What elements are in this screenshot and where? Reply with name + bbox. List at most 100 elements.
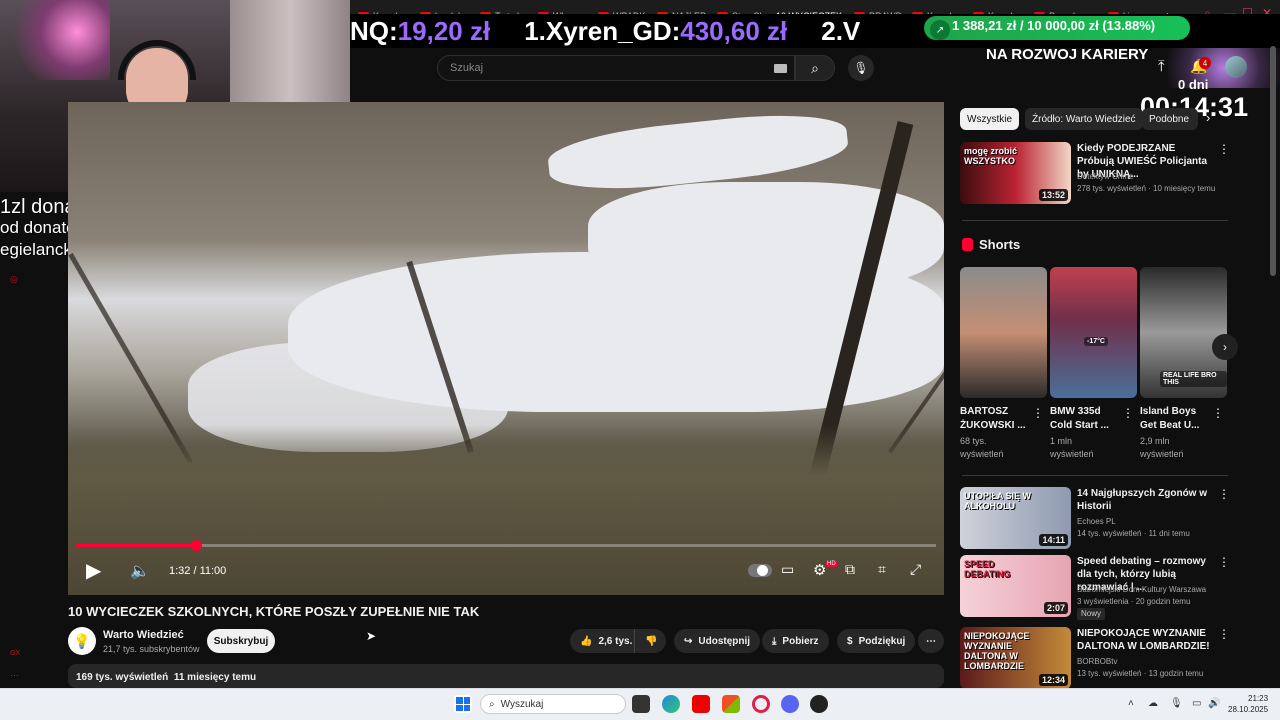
channel-name[interactable]: Warto Wiedzieć [103,629,184,641]
thumbnail-text: NIEPOKOJĄCE WYZNANIE DALTONA W LOMBARDZI… [964,631,1030,671]
search-button[interactable]: ⌕ [795,55,835,81]
fullscreen-icon[interactable]: ⤢ [910,561,921,578]
like-button[interactable]: 👍 2,6 tys. [570,629,634,653]
short-title[interactable]: Island Boys Get Beat U... [1140,405,1212,433]
time-display: 1:32 / 11:00 [169,565,227,577]
settings-gear-icon[interactable]: ⚙ [813,561,826,579]
edge-icon[interactable] [662,695,680,713]
shorts-next-button[interactable]: › [1212,334,1238,360]
short-title[interactable]: BMW 335d Cold Start ... [1050,405,1122,433]
chevron-right-icon: › [1223,340,1227,354]
banner-label-1: NQ: [350,15,398,46]
short-thumbnail[interactable] [960,267,1047,398]
app-2-icon[interactable] [810,695,828,713]
recommendation-channel[interactable]: Staromiejski Dom Kultury Warszawa [1077,584,1206,596]
recommendation-channel[interactable]: Echoes PL [1077,516,1116,528]
volume-icon[interactable]: 🔊 [1208,698,1220,709]
recommendation-thumbnail[interactable]: NIEPOKOJĄCE WYZNANIE DALTONA W LOMBARDZI… [960,627,1071,689]
more-options-icon[interactable]: ⋮ [1218,142,1230,156]
progress-played [76,544,196,547]
rail-icon[interactable]: ◎ [10,274,18,285]
more-options-icon[interactable]: ⋮ [1032,406,1044,420]
taskbar-search[interactable]: ⌕ Wyszukaj [480,694,626,714]
recommendation-meta: 3 wyświetlenia · 20 godzin temu [1077,597,1191,606]
recommendation-title[interactable]: NIEPOKOJĄCE WYZNANIE DALTONA W LOMBARDZI… [1077,627,1213,653]
miniplayer-icon[interactable]: ⧉ [845,561,855,578]
cast-icon[interactable]: ⌗ [878,561,886,578]
microphone-icon: 🎙 [853,61,869,75]
description-box[interactable]: 169 tys. wyświetleń 11 miesięcy temu [68,664,944,688]
video-title: 10 WYCIECZEK SZKOLNYCH, KTÓRE POSZŁY ZUP… [68,604,480,619]
subscribe-button[interactable]: Subskrybuj [207,629,275,653]
account-avatar[interactable] [1225,56,1247,78]
start-tile [463,704,470,711]
volume-icon[interactable]: 🔈 [130,561,150,581]
progress-track[interactable] [76,544,936,547]
recommendation-title[interactable]: 14 Najgłupszych Zgonów w Historii [1077,487,1213,513]
rail-more-icon[interactable]: ··· [10,670,19,680]
rail-gx-icon[interactable]: GX [10,650,20,657]
filter-chip[interactable]: Wszystkie [960,108,1019,130]
download-button[interactable]: ⤓ Pobierz [762,629,829,653]
more-options-icon[interactable]: ⋮ [1218,555,1230,569]
recommendation-thumbnail[interactable]: mogę zrobić WSZYSTKO 13:52 [960,142,1071,204]
thanks-icon: $ [847,635,853,647]
recommendation-thumbnail[interactable]: UTOPIŁA SIĘ W ALKOHOLU 14:11 [960,487,1071,549]
opera-gx-icon[interactable] [752,695,770,713]
headset [118,40,196,80]
short-thumbnail[interactable]: REAL LIFE BRO THIS [1140,267,1227,398]
cloud-icon[interactable]: ☁ [1148,698,1158,709]
short-thumb-text: REAL LIFE BRO THIS [1160,371,1227,387]
thanks-button[interactable]: $ Podziękuj [837,629,916,653]
progress-scrubber[interactable] [190,540,202,551]
thumbnail-text: SPEED DEBATING [964,559,1011,579]
dislike-button[interactable]: 👎 [634,629,666,653]
video-duration: 13:52 [1038,189,1068,201]
keyboard-icon[interactable] [774,64,787,73]
page-scrollbar[interactable] [1270,46,1276,276]
start-tile [456,704,463,711]
channel-avatar[interactable]: 💡 [68,627,96,655]
hd-badge: HD [826,561,837,567]
short-thumbnail[interactable]: -17°C [1050,267,1137,398]
network-icon[interactable]: ▭ [1192,698,1201,709]
app-icon[interactable] [722,695,740,713]
filter-chip[interactable]: Źródło: Warto Wiedzieć [1025,108,1143,130]
task-view-icon[interactable] [632,695,650,713]
download-icon: ⤓ [772,635,777,647]
more-actions-button[interactable]: ⋯ [918,629,944,653]
clock-time: 21:23 [1248,694,1269,703]
voice-search-button[interactable]: 🎙 [848,55,874,81]
short-title[interactable]: BARTOSZ ŻUKOWSKI ... [960,405,1032,433]
tray-chevron-icon[interactable]: ˄ [1128,698,1134,709]
short-views: 2,9 mln wyświetleń [1140,436,1184,459]
filter-chip[interactable]: Podobne [1142,108,1198,130]
recommendation-channel[interactable]: BORBOBtv [1077,656,1117,668]
share-button[interactable]: ↪ Udostępnij [674,629,761,653]
recommendation-thumbnail[interactable]: SPEED DEBATING 2:07 [960,555,1071,617]
youtube-app-icon[interactable] [692,695,710,713]
subtitles-icon[interactable]: ▭ [781,561,794,578]
taskbar-clock[interactable]: 21:23 28.10.2025 [1228,693,1268,715]
start-icon[interactable] [454,695,472,713]
microphone-icon[interactable]: 🎙 [1170,698,1183,709]
search-input[interactable]: Szukaj [437,55,795,81]
video-duration: 2:07 [1043,602,1068,614]
video-player[interactable] [68,102,944,595]
description-meta: 169 tys. wyświetleń 11 miesięcy temu [76,672,257,683]
more-icon: ⋯ [926,635,936,647]
upload-icon[interactable]: ⤒ [1158,58,1165,75]
more-options-icon[interactable]: ⋮ [1218,487,1230,501]
divider [962,220,1228,221]
more-options-icon[interactable]: ⋮ [1122,406,1134,420]
start-tile [456,697,463,704]
discord-icon[interactable] [781,695,799,713]
chevron-right-icon[interactable]: › [1206,110,1210,125]
more-options-icon[interactable]: ⋮ [1218,627,1230,641]
video-duration: 12:34 [1038,674,1068,686]
share-label: Udostępnij [698,635,751,647]
recommendation-channel[interactable]: Detektyw Crime [1077,171,1133,183]
more-options-icon[interactable]: ⋮ [1212,406,1224,420]
lightbulb-icon: 💡 [73,632,91,649]
play-icon[interactable]: ▶ [86,558,101,583]
